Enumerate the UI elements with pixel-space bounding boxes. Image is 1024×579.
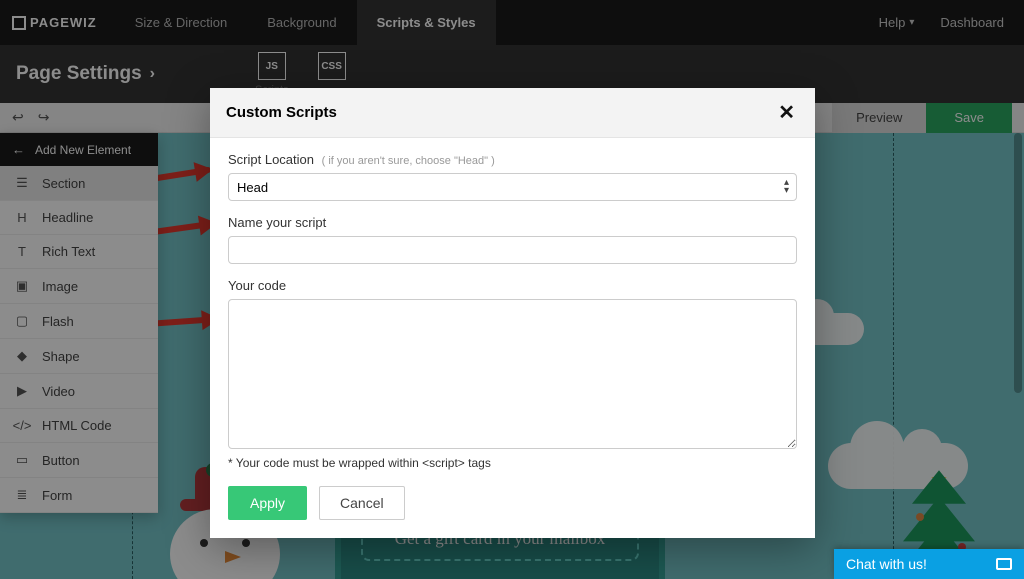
- scrollbar[interactable]: [1014, 133, 1022, 393]
- code-note: * Your code must be wrapped within <scri…: [228, 456, 797, 470]
- chat-label: Chat with us!: [846, 556, 927, 572]
- close-button[interactable]: ✕: [774, 100, 799, 125]
- modal-header: Custom Scripts ✕: [210, 88, 815, 138]
- field-script-location: Script Location ( if you aren't sure, ch…: [228, 152, 797, 201]
- script-location-label: Script Location ( if you aren't sure, ch…: [228, 152, 495, 167]
- modal-title: Custom Scripts: [226, 104, 337, 121]
- script-name-input[interactable]: [228, 236, 797, 264]
- cancel-button[interactable]: Cancel: [319, 486, 405, 520]
- field-script-name: Name your script: [228, 215, 797, 264]
- apply-button[interactable]: Apply: [228, 486, 307, 520]
- script-name-label: Name your script: [228, 215, 326, 230]
- chat-widget[interactable]: Chat with us!: [834, 549, 1024, 579]
- modal-body: Script Location ( if you aren't sure, ch…: [210, 138, 815, 538]
- modal-actions: Apply Cancel: [228, 486, 797, 520]
- script-location-select[interactable]: Head: [228, 173, 797, 201]
- location-hint: ( if you aren't sure, choose "Head" ): [322, 155, 495, 167]
- apply-label: Apply: [250, 495, 285, 511]
- code-textarea[interactable]: [228, 299, 797, 449]
- your-code-label: Your code: [228, 278, 286, 293]
- window-icon: [996, 558, 1012, 570]
- cancel-label: Cancel: [340, 495, 384, 511]
- field-your-code: Your code * Your code must be wrapped wi…: [228, 278, 797, 470]
- custom-scripts-modal: Custom Scripts ✕ Script Location ( if yo…: [210, 88, 815, 538]
